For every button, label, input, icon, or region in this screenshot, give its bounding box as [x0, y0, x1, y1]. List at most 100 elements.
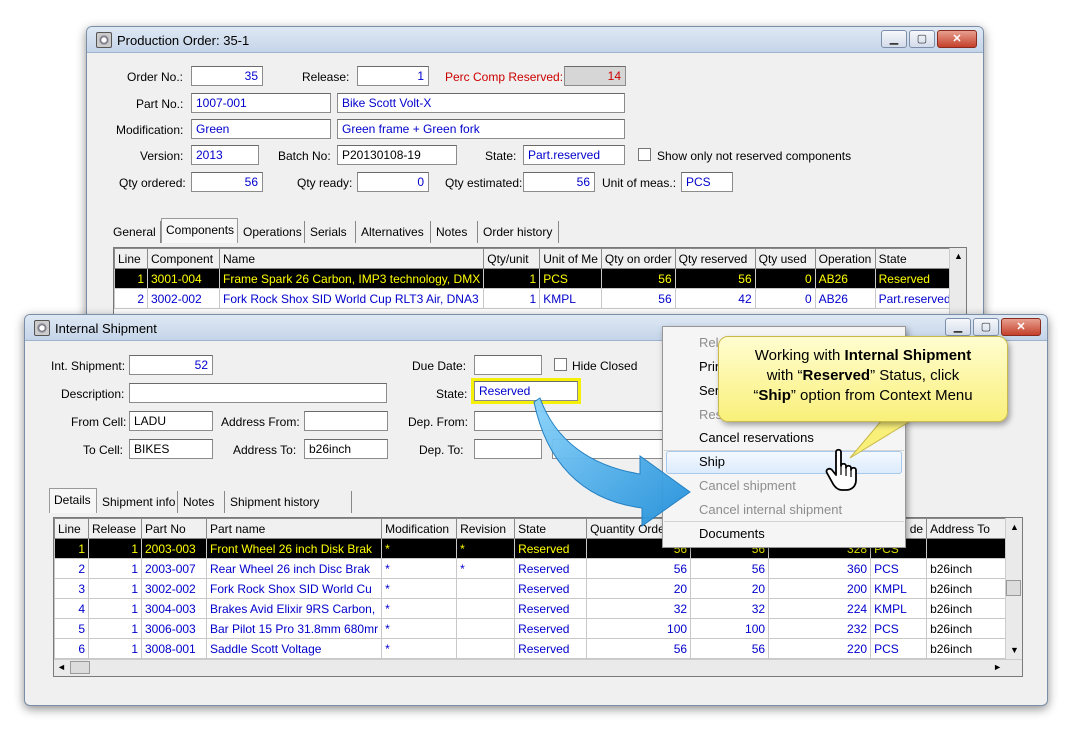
address-from-field[interactable]	[304, 411, 388, 431]
dep-to-field[interactable]	[474, 439, 542, 459]
column-header[interactable]: Component	[147, 248, 220, 269]
column-header[interactable]: Qty on order	[600, 248, 676, 269]
menu-item-ship[interactable]: Ship	[699, 451, 725, 473]
tab-alternatives[interactable]: Alternatives	[357, 221, 431, 243]
cell: Fork Rock Shox SID World Cup RLT3 Air, D…	[218, 288, 485, 309]
tab-components[interactable]: Components	[161, 218, 238, 243]
hide-closed-checkbox[interactable]	[554, 358, 567, 371]
table-row[interactable]: 2 3002-002 Fork Rock Shox SID World Cup …	[114, 288, 955, 309]
release-field[interactable]: 1	[357, 66, 429, 86]
column-header[interactable]: Qty used	[754, 248, 816, 269]
maximize-button[interactable]: ▢	[973, 318, 999, 336]
from-cell-field[interactable]: LADU	[129, 411, 213, 431]
cell: 56	[600, 268, 676, 289]
column-header[interactable]: Line	[114, 248, 148, 269]
tab-shipment-history[interactable]: Shipment history	[226, 491, 352, 513]
cell: Bar Pilot 15 Pro 31.8mm 680mr	[205, 618, 383, 639]
int-shipment-field[interactable]: 52	[129, 355, 213, 375]
scroll-left-icon[interactable]: ◄	[57, 662, 66, 672]
cell: Reserved	[514, 558, 588, 579]
tab-general[interactable]: General	[109, 221, 161, 243]
cell: 56	[690, 558, 770, 579]
tab-notes[interactable]: Notes	[179, 491, 225, 513]
description-field[interactable]	[129, 383, 387, 403]
column-header[interactable]: Address To	[926, 518, 1018, 539]
tab-serials[interactable]: Serials	[306, 221, 356, 243]
horizontal-scrollbar[interactable]: ◄ ►	[54, 659, 1022, 676]
tab-order-history[interactable]: Order history	[479, 221, 559, 243]
table-row[interactable]: 2 1 2003-007 Rear Wheel 26 inch Disc Bra…	[54, 558, 1018, 579]
qty-estimated-field[interactable]: 56	[523, 172, 595, 192]
table-row[interactable]: 6 1 3008-001 Saddle Scott Voltage * Rese…	[54, 638, 1018, 659]
column-header[interactable]: Qty/unit	[483, 248, 541, 269]
batch-no-field[interactable]: P20130108-19	[337, 145, 457, 165]
from-cell-label: From Cell:	[71, 415, 127, 429]
part-description-field: Bike Scott Volt-X	[337, 93, 625, 113]
column-header[interactable]: Unit of Me	[539, 248, 602, 269]
menu-item-cancel-internal-shipment[interactable]: Cancel internal shipment	[699, 499, 842, 521]
column-header[interactable]: Name	[218, 248, 485, 269]
scroll-up-icon[interactable]: ▲	[954, 251, 963, 261]
column-header[interactable]: Part No	[141, 518, 207, 539]
cell: 1	[114, 268, 148, 289]
cell: *	[456, 538, 516, 559]
menu-item-cancel-shipment[interactable]: Cancel shipment	[699, 475, 796, 497]
tab-notes[interactable]: Notes	[432, 221, 478, 243]
minimize-icon: ▁	[953, 321, 963, 333]
vertical-scrollbar[interactable]: ▲ ▼	[1005, 518, 1022, 659]
column-header[interactable]: State	[874, 248, 955, 269]
show-only-not-reserved-checkbox[interactable]	[638, 148, 651, 161]
menu-item-documents[interactable]: Documents	[699, 523, 765, 545]
cell: 56	[586, 638, 692, 659]
unit-of-measure-field[interactable]: PCS	[681, 172, 733, 192]
column-header[interactable]: Modification	[381, 518, 458, 539]
column-header[interactable]: Part name	[205, 518, 383, 539]
column-header[interactable]: Revision	[456, 518, 516, 539]
column-header[interactable]: Release	[88, 518, 142, 539]
menu-item-cancel-reservations[interactable]: Cancel reservations	[699, 427, 814, 449]
tab-operations[interactable]: Operations	[239, 221, 305, 243]
cell: Reserved	[514, 618, 588, 639]
modification-field[interactable]: Green	[191, 119, 331, 139]
scroll-up-icon[interactable]: ▲	[1010, 522, 1019, 532]
table-row[interactable]: 3 1 3002-002 Fork Rock Shox SID World Cu…	[54, 578, 1018, 599]
address-to-field[interactable]: b26inch	[304, 439, 388, 459]
cell: 1	[88, 558, 142, 579]
scroll-thumb[interactable]	[70, 661, 90, 674]
cell: Front Wheel 26 inch Disk Brak	[205, 538, 383, 559]
qty-ready-field[interactable]: 0	[357, 172, 429, 192]
tab-shipment-info[interactable]: Shipment info	[98, 491, 178, 513]
cell: 1	[88, 618, 142, 639]
scroll-down-icon[interactable]: ▼	[1010, 645, 1019, 655]
dep-from-field[interactable]	[474, 411, 674, 431]
close-button[interactable]: ✕	[937, 30, 977, 48]
table-row[interactable]: 4 1 3004-003 Brakes Avid Elixir 9RS Carb…	[54, 598, 1018, 619]
qty-ready-label: Qty ready:	[297, 176, 353, 190]
cell: 4	[54, 598, 89, 619]
due-date-field[interactable]	[474, 355, 542, 375]
column-header[interactable]: Operation	[814, 248, 876, 269]
scroll-right-icon[interactable]: ►	[993, 662, 1002, 672]
minimize-button[interactable]: ▁	[881, 30, 907, 48]
cell: b26inch	[926, 538, 1018, 559]
maximize-button[interactable]: ▢	[909, 30, 935, 48]
qty-ordered-field[interactable]: 56	[191, 172, 263, 192]
address-from-label: Address From:	[221, 415, 300, 429]
version-field[interactable]: 2013	[191, 145, 259, 165]
title-bar[interactable]: Production Order: 35-1 ▁ ▢ ✕	[87, 27, 983, 53]
tab-details[interactable]: Details	[49, 488, 97, 513]
column-header[interactable]: State	[514, 518, 588, 539]
close-button[interactable]: ✕	[1001, 318, 1041, 336]
to-cell-field[interactable]: BIKES	[129, 439, 213, 459]
cell: Reserved	[514, 578, 588, 599]
part-no-field[interactable]: 1007-001	[191, 93, 331, 113]
column-header[interactable]: Qty reserved	[674, 248, 756, 269]
cell: 3002-002	[147, 288, 220, 309]
column-header[interactable]: Line	[54, 518, 89, 539]
order-no-field[interactable]: 35	[191, 66, 263, 86]
table-row[interactable]: 1 3001-004 Frame Spark 26 Carbon, IMP3 t…	[114, 268, 955, 289]
minimize-button[interactable]: ▁	[945, 318, 971, 336]
scroll-thumb[interactable]	[1006, 580, 1021, 596]
table-row[interactable]: 5 1 3006-003 Bar Pilot 15 Pro 31.8mm 680…	[54, 618, 1018, 639]
cell: 1	[483, 268, 541, 289]
